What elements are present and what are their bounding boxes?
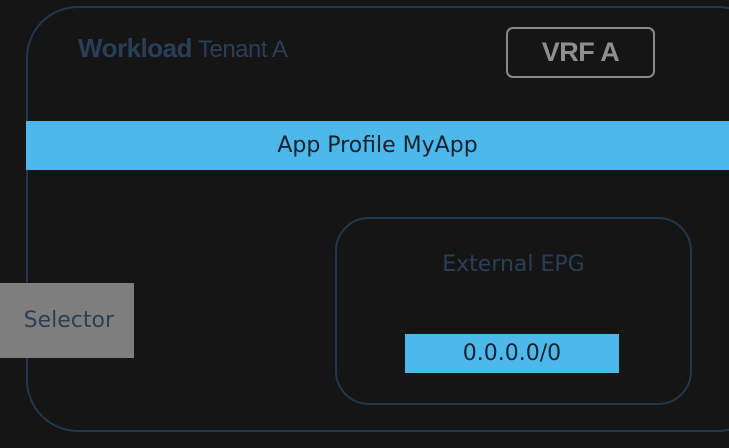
vrf-badge: VRF A [506, 27, 655, 78]
external-epg-subnet: 0.0.0.0/0 [405, 334, 619, 373]
external-epg-container [335, 217, 692, 405]
selector-label: Selector [23, 308, 114, 333]
app-profile-bar: App Profile MyApp [26, 121, 729, 170]
tenant-title-bold: Workload [78, 33, 192, 63]
selector-box: Selector [0, 283, 134, 358]
tenant-title: Workload Tenant A [78, 32, 288, 66]
diagram-canvas: Workload Tenant A VRF A App Profile MyApp… [0, 0, 729, 448]
external-epg-title: External EPG [442, 252, 585, 277]
tenant-title-name: Tenant A [197, 36, 288, 63]
